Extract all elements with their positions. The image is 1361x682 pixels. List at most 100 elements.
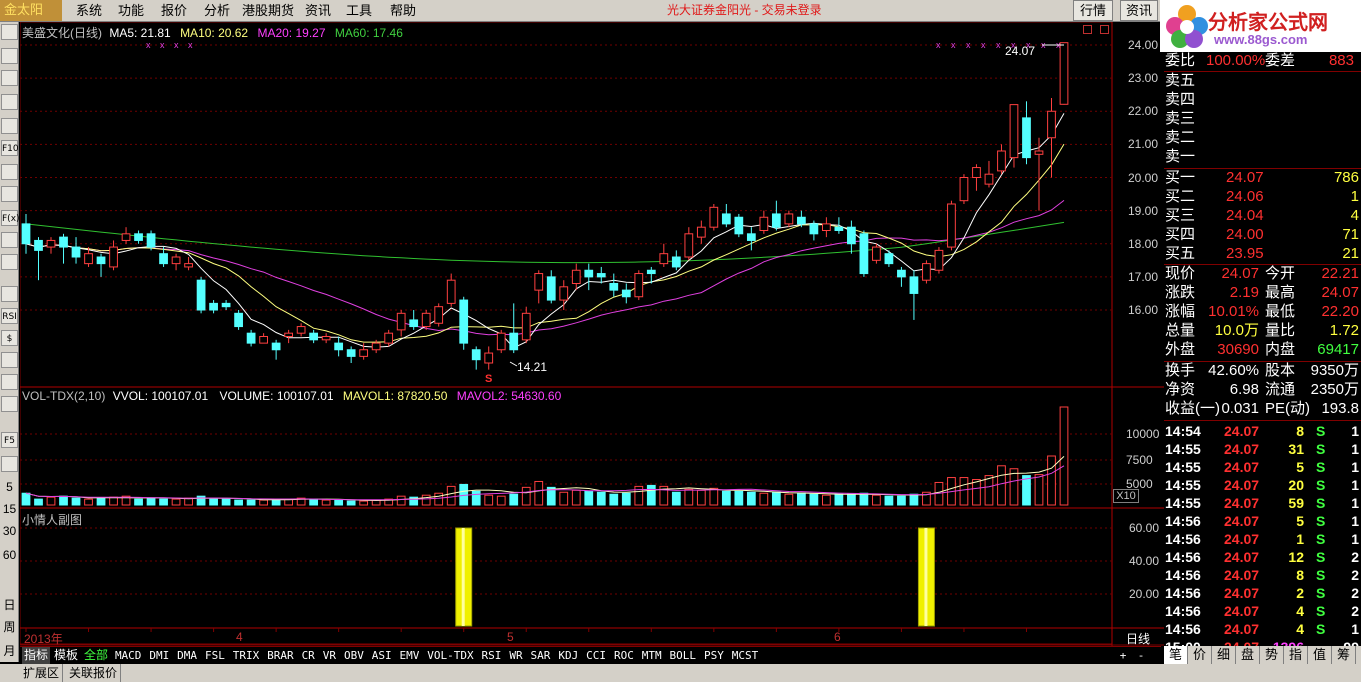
cube-icon[interactable] bbox=[1, 396, 18, 412]
period-1[interactable]: 15 bbox=[1, 502, 18, 516]
period-3[interactable]: 60 bbox=[1, 548, 18, 562]
info-button[interactable]: 资讯 bbox=[1120, 0, 1158, 21]
indicator-tab-brar[interactable]: BRAR bbox=[264, 647, 296, 664]
refresh-icon[interactable] bbox=[1, 456, 18, 472]
indicator-tab-psy[interactable]: PSY bbox=[701, 647, 727, 664]
indicator-tab-boll[interactable]: BOLL bbox=[667, 647, 699, 664]
period-5[interactable]: 周 bbox=[1, 618, 18, 635]
menu-item-2[interactable]: 报价 bbox=[161, 0, 187, 21]
quote-button[interactable]: 行情 bbox=[1073, 0, 1113, 21]
indicator-tab-vr[interactable]: VR bbox=[320, 647, 339, 664]
vol-tick: 10000 bbox=[1126, 427, 1160, 441]
indicator-tab-sar[interactable]: SAR bbox=[528, 647, 554, 664]
period-4[interactable]: 日 bbox=[1, 596, 18, 613]
tick-time: 14:56 bbox=[1165, 567, 1201, 583]
quote-tab-6[interactable]: 值 bbox=[1308, 646, 1332, 664]
stat-label: 最低 bbox=[1265, 303, 1296, 320]
indicator-tab-wr[interactable]: WR bbox=[506, 647, 525, 664]
table-icon[interactable] bbox=[1, 118, 18, 134]
ma60-line bbox=[25, 221, 1065, 264]
tick-vol: 1 bbox=[1296, 531, 1304, 547]
menu-bar: 金太阳 光大证券金阳光 - 交易未登录 行情 资讯 系统 功能 报价 分析 港股期货 资讯… bbox=[0, 0, 1361, 22]
zoom-out-button[interactable]: - bbox=[1134, 647, 1148, 664]
window-icon[interactable] bbox=[1, 232, 18, 248]
volume-bar bbox=[784, 493, 794, 506]
collapse-icon[interactable] bbox=[1083, 25, 1092, 34]
quote-tab-0[interactable]: 笔 bbox=[1164, 646, 1188, 664]
indicator-tab-roc[interactable]: ROC bbox=[611, 647, 637, 664]
tick-count: 2 bbox=[1351, 585, 1359, 601]
indicator-tab-rsi[interactable]: RSI bbox=[479, 647, 505, 664]
indicator-tab-mcst[interactable]: MCST bbox=[729, 647, 761, 664]
buy-level-4: 买五 23.95 21 bbox=[1164, 245, 1361, 263]
indicator-tab-obv[interactable]: OBV bbox=[341, 647, 367, 664]
vol-indicator-name[interactable]: VOL-TDX(2,10) bbox=[22, 389, 105, 403]
menu-item-3[interactable]: 分析 bbox=[204, 0, 230, 21]
window2-icon[interactable] bbox=[1, 254, 18, 270]
candle bbox=[659, 253, 669, 265]
menu-item-7[interactable]: 帮助 bbox=[390, 0, 416, 21]
wave-icon[interactable] bbox=[1, 286, 18, 302]
indicator-tab-cci[interactable]: CCI bbox=[583, 647, 609, 664]
mavol1-line bbox=[25, 456, 1065, 502]
grid-icon[interactable] bbox=[1, 48, 18, 64]
indicator-tab-vol-tdx[interactable]: VOL-TDX bbox=[424, 647, 476, 664]
f5-icon[interactable]: F5 bbox=[1, 432, 18, 448]
buy-price: 24.07 bbox=[1226, 169, 1264, 186]
quote-tab-7[interactable]: 筹 bbox=[1332, 646, 1356, 664]
f10-icon[interactable]: F10 bbox=[1, 140, 19, 156]
period-0[interactable]: 5 bbox=[1, 480, 18, 494]
tab-extension[interactable]: 扩展区 bbox=[20, 664, 64, 682]
tab-related-quotes[interactable]: 关联报价 bbox=[66, 664, 122, 682]
indicator-tab-dmi[interactable]: DMI bbox=[146, 647, 172, 664]
indicator-tab-指标[interactable]: 指标 bbox=[22, 647, 50, 664]
indicator-tab-dma[interactable]: DMA bbox=[174, 647, 200, 664]
stack-icon[interactable] bbox=[1, 164, 18, 180]
zoom-in-button[interactable]: + bbox=[1116, 647, 1130, 664]
menu-item-4[interactable]: 港股期货 bbox=[242, 0, 294, 21]
menu-item-0[interactable]: 系统 bbox=[76, 0, 102, 21]
quote-tab-1[interactable]: 价 bbox=[1188, 646, 1212, 664]
crosshair-icon[interactable] bbox=[1, 352, 18, 368]
candle bbox=[234, 312, 243, 328]
subchart-title[interactable]: 小情人副图 bbox=[22, 511, 82, 528]
quote-tab-2[interactable]: 细 bbox=[1212, 646, 1236, 664]
stat-row-0: 现价 24.07 今开 22.21 bbox=[1164, 265, 1361, 283]
book-icon[interactable] bbox=[1, 186, 18, 202]
ma60-label: MA60: 17.46 bbox=[334, 26, 403, 40]
line-chart-icon[interactable] bbox=[1, 70, 18, 86]
period-label[interactable]: 日线 bbox=[1114, 630, 1162, 647]
indicator-tab-cr[interactable]: CR bbox=[299, 647, 318, 664]
rsi-icon[interactable]: RSI bbox=[1, 308, 18, 324]
quote-tab-4[interactable]: 势 bbox=[1260, 646, 1284, 664]
fullscreen-icon[interactable] bbox=[1, 374, 18, 390]
volume-bar bbox=[646, 484, 656, 506]
indicator-tab-mtm[interactable]: MTM bbox=[639, 647, 665, 664]
quote-tab-5[interactable]: 指 bbox=[1284, 646, 1308, 664]
candle-icon[interactable] bbox=[1, 94, 18, 110]
indicator-tab-emv[interactable]: EMV bbox=[397, 647, 423, 664]
period-2[interactable]: 30 bbox=[1, 524, 18, 538]
tick-vol: 4 bbox=[1296, 603, 1304, 619]
chart-area[interactable]: xxxxxxxxxxxxx bbox=[20, 22, 1164, 646]
marker: x bbox=[160, 40, 165, 50]
candle bbox=[121, 233, 131, 241]
indicator-tab-trix[interactable]: TRIX bbox=[230, 647, 262, 664]
menu-item-5[interactable]: 资讯 bbox=[305, 0, 331, 21]
indicator-tab-fsl[interactable]: FSL bbox=[202, 647, 228, 664]
dollar-icon[interactable]: $ bbox=[1, 330, 18, 346]
indicator-tab-模板[interactable]: 模板 bbox=[52, 647, 80, 664]
indicator-tab-全部[interactable]: 全部 bbox=[82, 647, 110, 664]
period-6[interactable]: 月 bbox=[1, 642, 18, 659]
ma20-label: MA20: 19.27 bbox=[257, 26, 326, 40]
indicator-tab-macd[interactable]: MACD bbox=[112, 647, 144, 664]
indicator-tab-asi[interactable]: ASI bbox=[369, 647, 395, 664]
indicator-tab-kdj[interactable]: KDJ bbox=[555, 647, 581, 664]
quote-tab-3[interactable]: 盘 bbox=[1236, 646, 1260, 664]
menu-item-1[interactable]: 功能 bbox=[118, 0, 144, 21]
fx-icon[interactable]: F(x) bbox=[1, 210, 20, 226]
settings-icon[interactable] bbox=[1100, 25, 1109, 34]
menu-item-6[interactable]: 工具 bbox=[346, 0, 372, 21]
volume-bar bbox=[596, 491, 606, 506]
list-icon[interactable] bbox=[1, 24, 18, 40]
